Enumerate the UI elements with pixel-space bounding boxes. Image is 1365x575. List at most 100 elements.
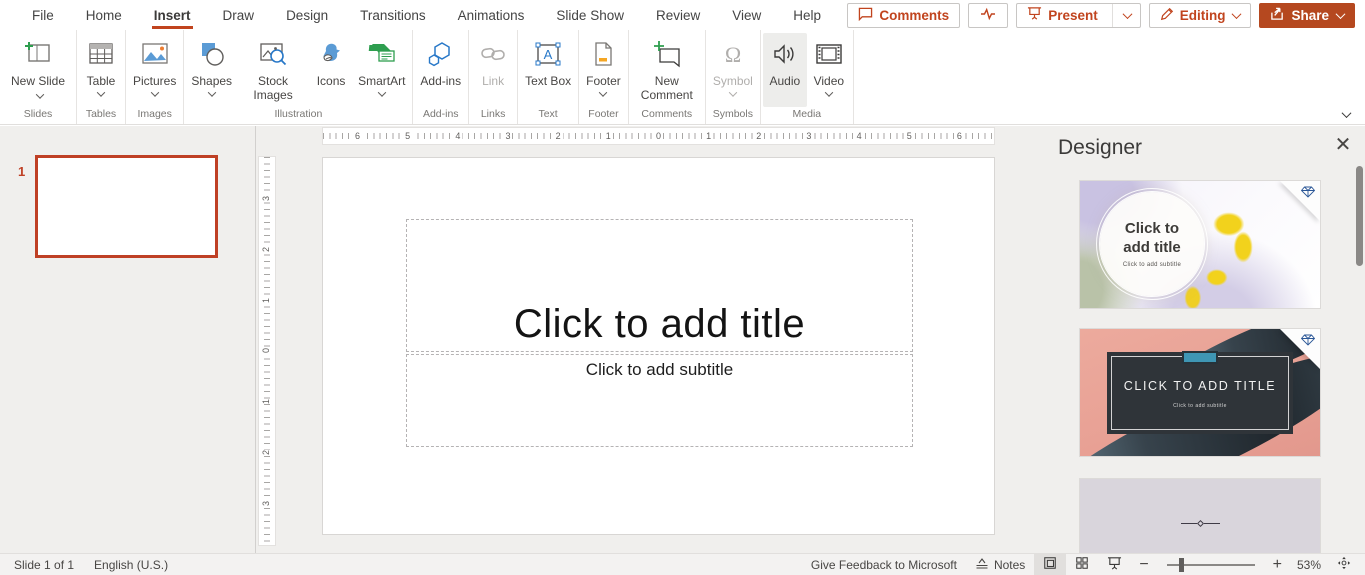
- video-button[interactable]: Video: [807, 33, 851, 107]
- footer-button[interactable]: Footer: [581, 33, 626, 107]
- ribbon-group-comments: New Comment Comments: [629, 30, 706, 124]
- present-dropdown[interactable]: [1111, 3, 1140, 27]
- subtitle-placeholder-text: Click to add subtitle: [585, 360, 734, 379]
- smartart-icon: [366, 37, 398, 71]
- designer-1-title-blob: Click to add title Click to add subtitle: [1096, 188, 1208, 300]
- workspace: 1 3 2 1 0 1 2 3 6 5 4 3 2 1 0 1 2 3 4 5 …: [0, 126, 1365, 553]
- comments-button[interactable]: Comments: [847, 2, 961, 28]
- language-indicator[interactable]: English (U.S.): [88, 554, 182, 575]
- group-label-comments: Comments: [641, 108, 693, 120]
- pencil-icon: [1160, 7, 1174, 24]
- table-icon: [86, 37, 116, 71]
- icons-duck-icon: [316, 37, 346, 71]
- footer-chevron: [599, 88, 608, 98]
- pictures-button[interactable]: Pictures: [128, 33, 181, 107]
- slide-indicator: Slide 1 of 1: [14, 557, 75, 572]
- close-icon[interactable]: ✕: [1333, 135, 1353, 156]
- notes-toggle[interactable]: Notes: [966, 554, 1034, 575]
- activity-button[interactable]: [968, 2, 1009, 28]
- slide-sorter-view-button[interactable]: [1066, 554, 1098, 575]
- link-icon: [478, 37, 508, 71]
- ribbon-group-slides: New Slide Slides: [0, 30, 77, 124]
- icons-button[interactable]: Icons: [309, 33, 353, 107]
- zoom-in-button[interactable]: +: [1265, 556, 1290, 574]
- stock-images-icon: [258, 37, 288, 71]
- menu-tabs: File Home Insert Draw Design Transitions…: [0, 0, 837, 30]
- tab-animations[interactable]: Animations: [442, 0, 541, 30]
- ribbon-group-links: Link Links: [469, 30, 519, 124]
- add-ins-icon: [426, 37, 456, 71]
- text-box-icon: A: [533, 37, 563, 71]
- notes-icon: [975, 557, 989, 573]
- slide-thumbnail-panel: 1: [0, 126, 256, 553]
- group-label-footer: Footer: [588, 108, 619, 120]
- symbol-chevron: [728, 88, 738, 98]
- audio-button[interactable]: Audio: [762, 33, 807, 107]
- title-placeholder[interactable]: Click to add title: [406, 219, 913, 352]
- collapse-ribbon-chevron[interactable]: [1337, 106, 1355, 122]
- tab-insert[interactable]: Insert: [138, 0, 207, 30]
- ribbon-group-footer: Footer Footer: [579, 30, 629, 124]
- share-button[interactable]: Share: [1259, 2, 1355, 28]
- horizontal-ruler: 6 5 4 3 2 1 0 1 2 3 4 5 6: [322, 127, 995, 145]
- group-label-tables: Tables: [85, 108, 117, 120]
- group-label-text: Text: [538, 108, 558, 120]
- designer-suggestion-3[interactable]: CLICK TO EDIT MASTER TITLE STYLE: [1080, 479, 1320, 553]
- tab-view[interactable]: View: [716, 0, 777, 30]
- stock-images-button[interactable]: Stock Images: [237, 33, 309, 107]
- new-comment-icon: [651, 37, 683, 71]
- designer-suggestion-1[interactable]: Click to add title Click to add subtitle: [1080, 181, 1320, 308]
- ornament-divider: [1180, 519, 1220, 528]
- status-bar: Slide 1 of 1 English (U.S.) Give Feedbac…: [0, 553, 1365, 575]
- designer-scrollbar[interactable]: [1356, 166, 1363, 266]
- new-slide-button[interactable]: New Slide: [2, 33, 74, 107]
- slide-canvas: Click to add title Click to add subtitle: [322, 157, 995, 535]
- slideshow-icon: [1107, 556, 1122, 573]
- tab-design[interactable]: Design: [270, 0, 344, 30]
- tab-home[interactable]: Home: [70, 0, 138, 30]
- normal-view-button[interactable]: [1034, 553, 1067, 575]
- top-menu-bar: File Home Insert Draw Design Transitions…: [0, 0, 1365, 30]
- shapes-button[interactable]: Shapes: [186, 33, 237, 107]
- present-button[interactable]: Present: [1016, 2, 1141, 28]
- designer-suggestion-2[interactable]: CLICK TO ADD TITLE Click to add subtitle: [1080, 329, 1320, 456]
- pictures-icon: [140, 37, 170, 71]
- fit-to-window-button[interactable]: [1328, 554, 1365, 575]
- slideshow-view-button[interactable]: [1098, 554, 1131, 575]
- fit-slide-icon: [1337, 556, 1351, 573]
- new-slide-icon: [22, 37, 54, 71]
- zoom-level[interactable]: 53%: [1290, 558, 1328, 572]
- table-button[interactable]: Table: [79, 33, 123, 107]
- group-label-illustration: Illustration: [274, 108, 323, 120]
- tab-help[interactable]: Help: [777, 0, 837, 30]
- ribbon: New Slide Slides Table Tables Pictures I…: [0, 30, 1365, 125]
- top-actions: Comments Present Editing Share: [847, 2, 1365, 28]
- tab-review[interactable]: Review: [640, 0, 716, 30]
- slide-thumbnail-1[interactable]: [35, 155, 218, 258]
- tab-file[interactable]: File: [16, 0, 70, 30]
- video-chevron: [824, 88, 834, 98]
- zoom-out-button[interactable]: −: [1131, 556, 1156, 574]
- designer-2-title-box: CLICK TO ADD TITLE Click to add subtitle: [1107, 351, 1293, 434]
- comment-bubble-icon: [858, 7, 873, 24]
- tab-slide-show[interactable]: Slide Show: [540, 0, 640, 30]
- feedback-link[interactable]: Give Feedback to Microsoft: [802, 554, 966, 575]
- add-ins-button[interactable]: Add-ins: [415, 33, 466, 107]
- premium-gem-icon: [1301, 334, 1315, 346]
- new-slide-chevron: [35, 90, 45, 100]
- share-icon: [1270, 7, 1285, 24]
- footer-icon: [588, 37, 618, 71]
- new-comment-button[interactable]: New Comment: [631, 33, 703, 107]
- zoom-slider-thumb[interactable]: [1178, 557, 1184, 572]
- text-box-button[interactable]: A Text Box: [520, 33, 576, 107]
- designer-panel: Designer ✕ Click to add title Click to a…: [1050, 126, 1365, 553]
- editing-mode-button[interactable]: Editing: [1148, 2, 1252, 28]
- tab-draw[interactable]: Draw: [207, 0, 271, 30]
- zoom-slider[interactable]: [1166, 557, 1255, 572]
- shapes-chevron: [207, 88, 216, 98]
- ribbon-group-tables: Table Tables: [77, 30, 126, 124]
- tab-transitions[interactable]: Transitions: [344, 0, 442, 30]
- ribbon-group-text: A Text Box Text: [518, 30, 580, 124]
- smartart-button[interactable]: SmartArt: [353, 33, 410, 107]
- subtitle-placeholder[interactable]: Click to add subtitle: [406, 354, 913, 447]
